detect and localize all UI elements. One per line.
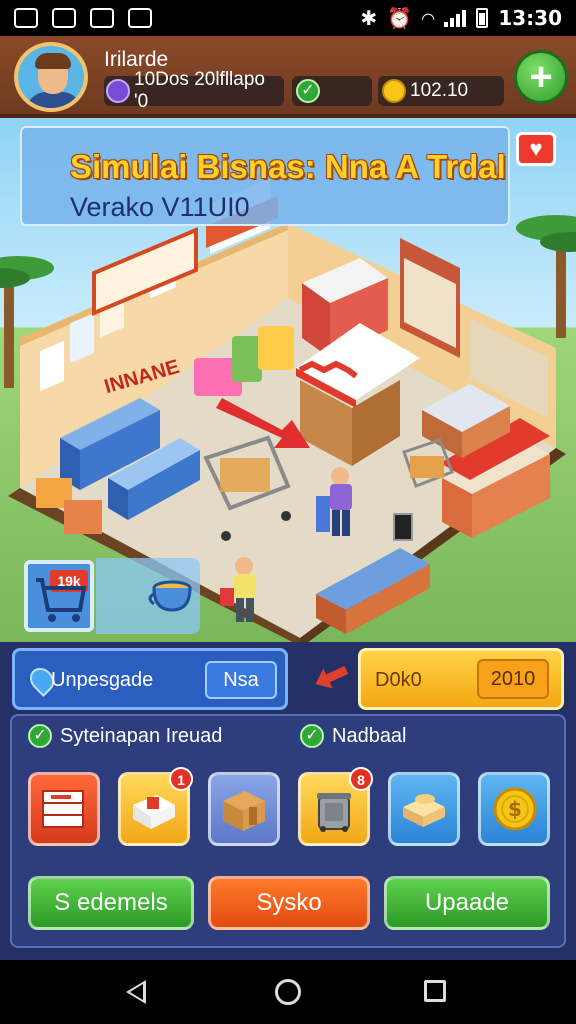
- coin-value: 102.10: [410, 80, 469, 101]
- app-icon: [90, 8, 114, 28]
- check-icon: ✓: [28, 724, 52, 748]
- status-bar: ✱ ⏰ ◠ 13:30: [0, 0, 576, 36]
- recent-apps-icon[interactable]: [424, 980, 446, 1002]
- upgrade-main-button[interactable]: Upaade: [384, 876, 550, 930]
- tasks-panel: ✓ Syteinapan Ireuad ✓ Nadbaal 1 8 $ S ed…: [10, 714, 566, 948]
- tile-brochure[interactable]: [28, 772, 100, 846]
- systems-button[interactable]: S edemels: [28, 876, 194, 930]
- player-avatar[interactable]: [14, 42, 88, 112]
- trash-bin-icon: [317, 793, 351, 832]
- tile-cardboard-box[interactable]: [208, 772, 280, 846]
- game-title: Simulai Bisnas: Nna A Trdal: [70, 148, 506, 185]
- coin-counter: 102.10: [378, 76, 504, 106]
- gold-coin-icon: $: [493, 787, 537, 831]
- brochure-icon: [42, 790, 84, 828]
- task-label: Nadbaal: [332, 724, 407, 747]
- package-icon: [133, 795, 175, 829]
- inventory-cart-slot[interactable]: 19k: [24, 560, 94, 632]
- check-icon: ✓: [296, 79, 320, 103]
- gem-counter: 10Dos 20lfllapo '0: [104, 69, 284, 112]
- bluetooth-icon: ✱: [360, 6, 378, 30]
- bottom-panel: Unpesgade Nsa D0k0 2010 ✓ Syteinapan Ire…: [0, 642, 576, 960]
- back-icon[interactable]: [126, 980, 146, 1004]
- add-currency-button[interactable]: +: [514, 50, 568, 104]
- title-banner: Simulai Bisnas: Nna A Trdal Verako V11UI…: [20, 126, 510, 226]
- inventory-panel: [96, 558, 200, 634]
- tile-badge: 1: [169, 767, 193, 791]
- battery-icon: [476, 8, 489, 28]
- task-item[interactable]: ✓ Nadbaal: [300, 724, 407, 748]
- status-counter: ✓: [292, 76, 372, 106]
- cash-label: D0k0: [375, 669, 422, 691]
- tile-gold-coin[interactable]: $: [478, 772, 550, 846]
- sysko-button[interactable]: Sysko: [208, 876, 370, 930]
- upgrade-button[interactable]: Nsa: [205, 661, 277, 699]
- notification-button[interactable]: ♥: [516, 132, 556, 166]
- notification-icon: [14, 8, 38, 28]
- check-icon: ✓: [300, 724, 324, 748]
- task-item[interactable]: ✓ Syteinapan Ireuad: [28, 724, 222, 748]
- home-icon[interactable]: [275, 979, 301, 1005]
- upgrade-label: Unpesgade: [51, 669, 154, 691]
- wifi-icon: ◠: [422, 8, 435, 28]
- action-row: Unpesgade Nsa D0k0 2010: [12, 648, 564, 710]
- game-screen: ✱ ⏰ ◠ 13:30 Irilarde 10Dos 20lfllapo '0 …: [0, 0, 576, 1024]
- svg-text:$: $: [508, 797, 522, 821]
- game-version: Verako V11UI0: [70, 192, 250, 222]
- arrow-icon: [311, 660, 351, 694]
- image-icon: [128, 8, 152, 28]
- tile-bread-crate[interactable]: [388, 772, 460, 846]
- top-header: Irilarde 10Dos 20lfllapo '0 ✓ 102.10 +: [0, 36, 576, 118]
- cash-value: 2010: [477, 659, 549, 699]
- tile-delivery-box[interactable]: 1: [118, 767, 193, 846]
- tile-badge: 8: [349, 767, 373, 791]
- clock: 13:30: [498, 6, 562, 30]
- tile-trash-bin[interactable]: 8: [298, 767, 373, 846]
- heart-mail-icon: ♥: [529, 136, 543, 161]
- coin-icon: [382, 79, 406, 103]
- cardboard-box-icon: [223, 791, 265, 831]
- cash-panel[interactable]: D0k0 2010: [358, 648, 564, 710]
- task-label: Syteinapan Ireuad: [60, 724, 223, 747]
- gem-counter-text: 10Dos 20lfllapo '0: [134, 69, 265, 112]
- upgrade-panel[interactable]: Unpesgade Nsa: [12, 648, 288, 710]
- gem-icon: [106, 79, 130, 103]
- signal-icon: [444, 9, 467, 27]
- navigation-bar: [0, 960, 576, 1024]
- message-icon: [52, 8, 76, 28]
- bread-crate-icon: [403, 794, 445, 827]
- alarm-icon: ⏰: [387, 6, 413, 30]
- palm-tree-right: [516, 215, 576, 338]
